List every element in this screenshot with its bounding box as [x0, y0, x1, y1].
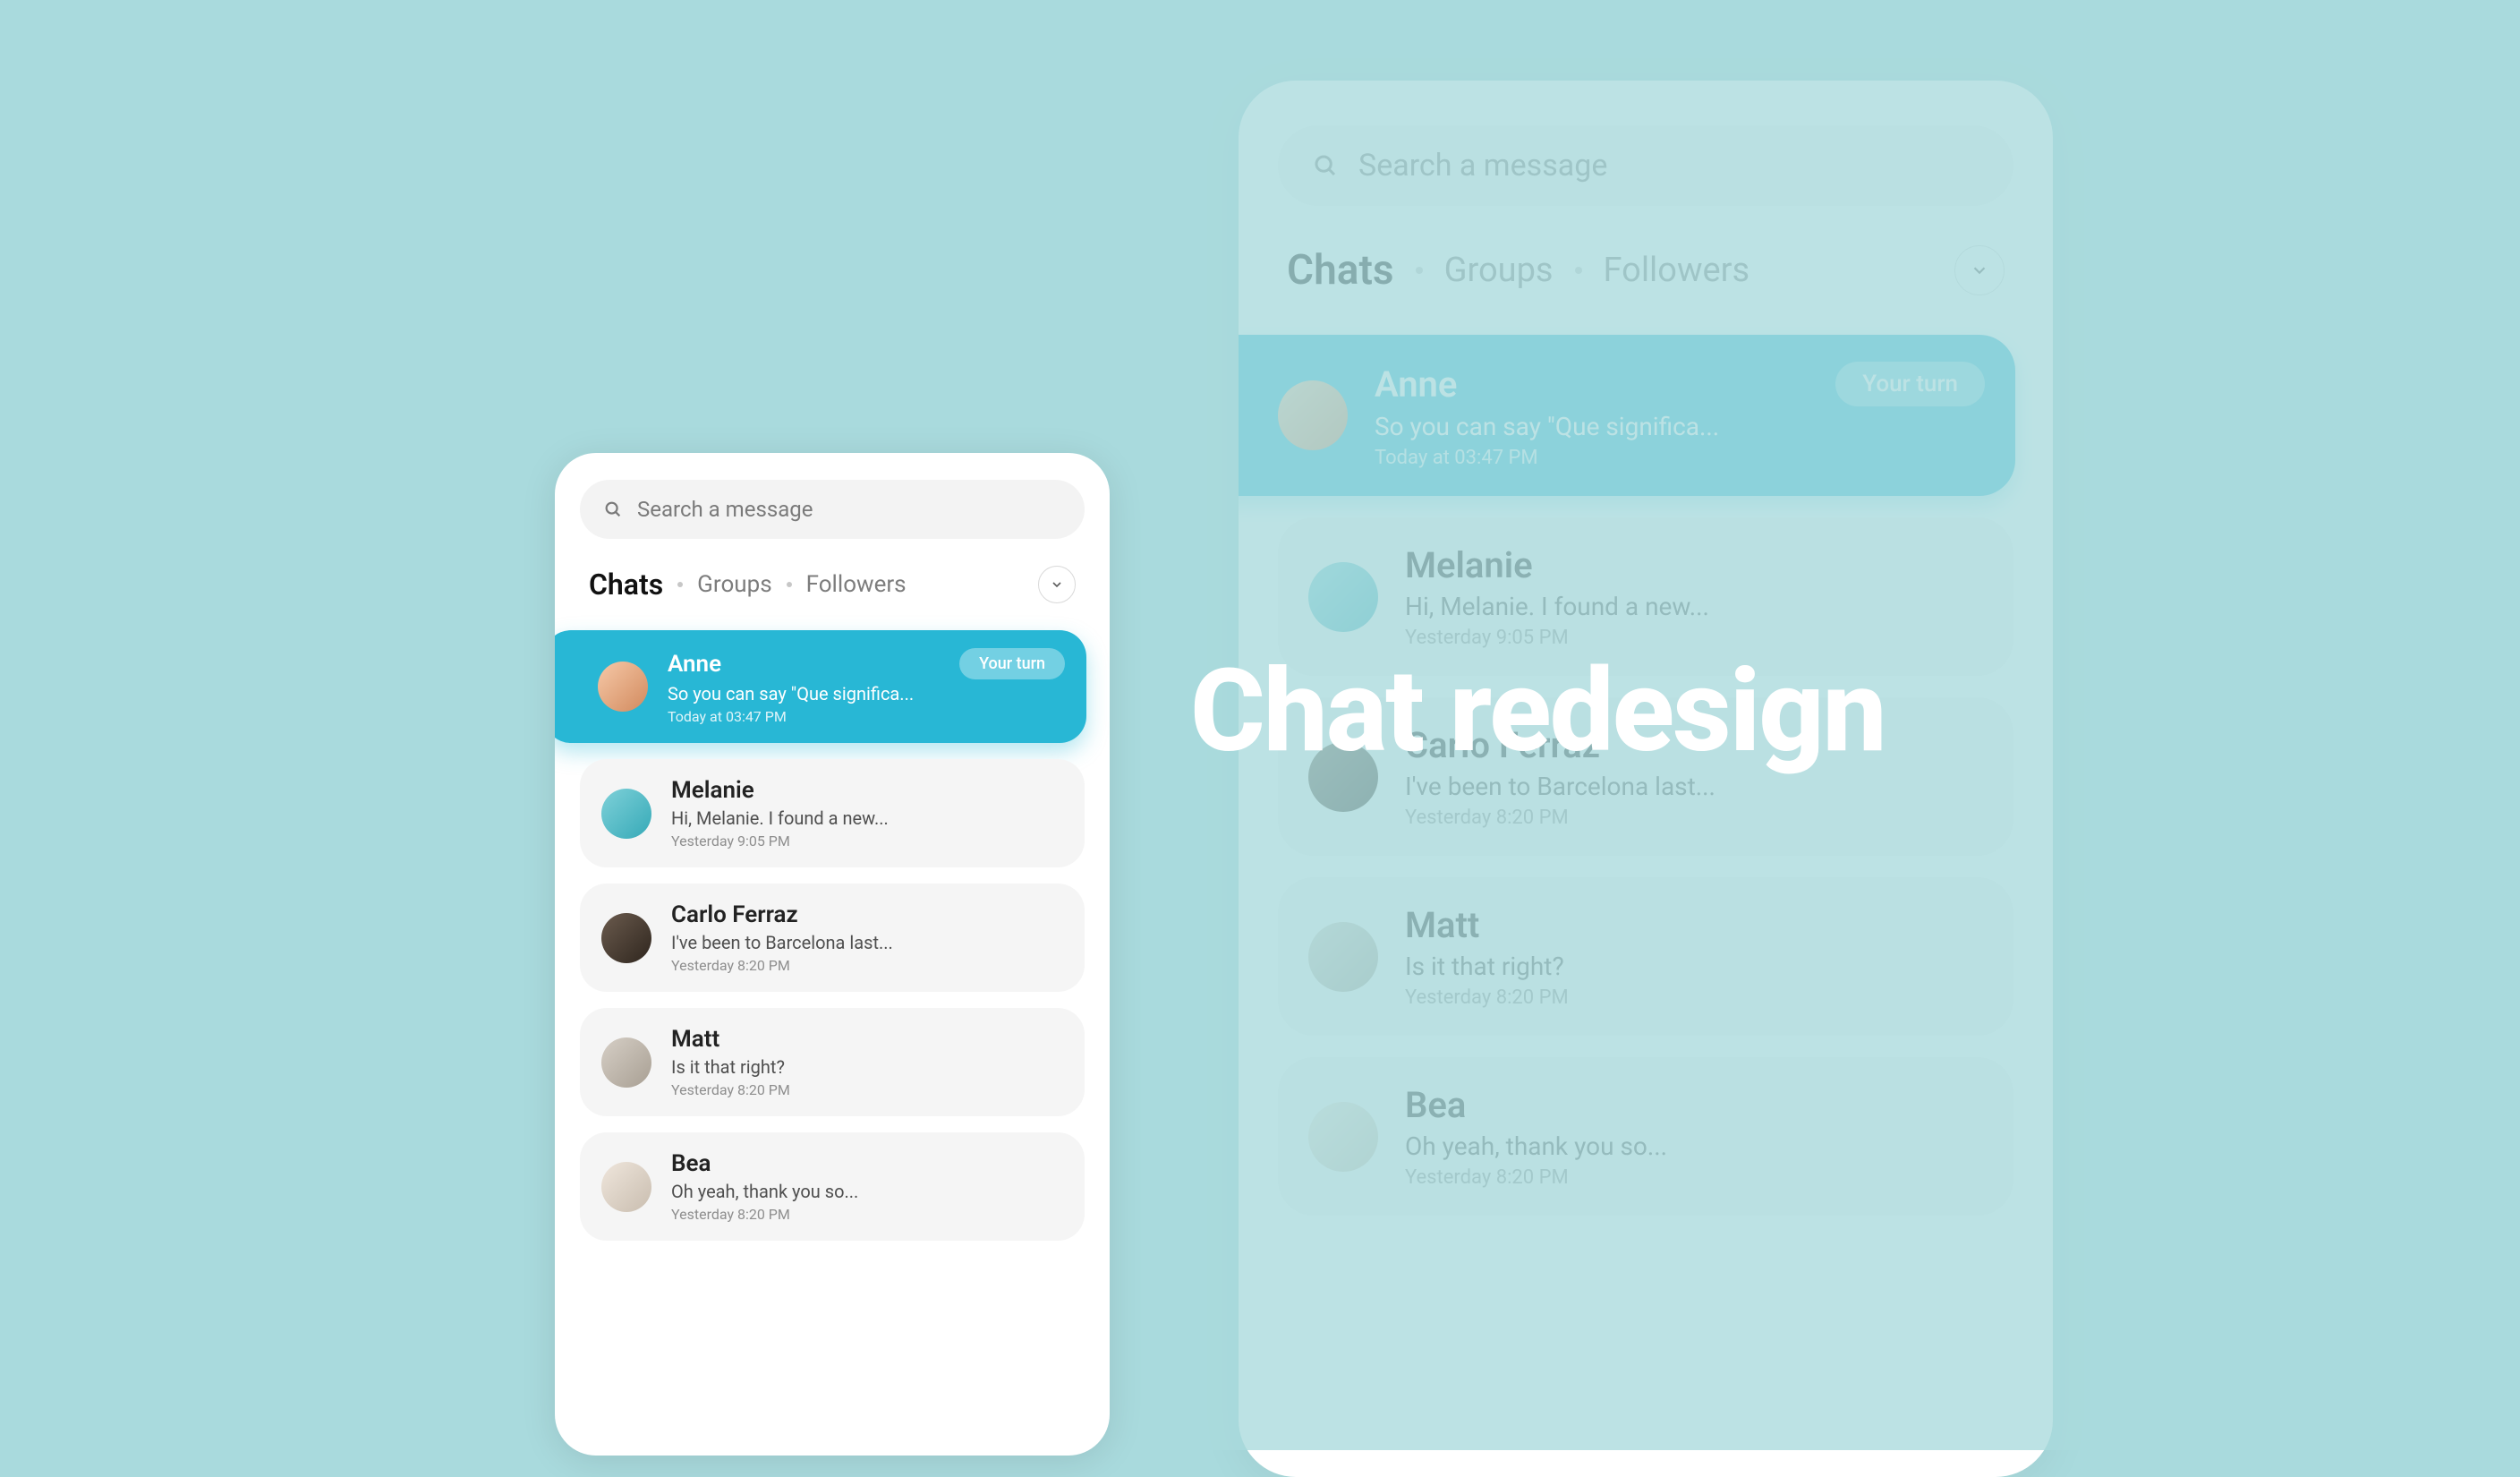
tab-followers[interactable]: Followers	[806, 571, 907, 598]
tab-chats[interactable]: Chats	[1287, 246, 1394, 295]
avatar	[1308, 562, 1378, 632]
chat-info: Anne Your turn So you can say "Que signifi…	[668, 648, 1065, 725]
chat-item[interactable]: Matt Is it that right? Yesterday 8:20 PM	[1278, 877, 2013, 1036]
avatar	[601, 789, 651, 839]
tabs-more-button[interactable]	[1954, 245, 2005, 295]
chat-preview: Hi, Melanie. I found a new...	[671, 807, 1063, 829]
chat-time: Yesterday 8:20 PM	[1405, 1166, 1983, 1189]
chat-time: Yesterday 8:20 PM	[671, 1081, 1063, 1098]
chat-preview: Hi, Melanie. I found a new...	[1405, 592, 1983, 621]
chat-name: Melanie	[1405, 544, 1533, 586]
chat-time: Yesterday 8:20 PM	[1405, 807, 1983, 829]
search-icon	[1312, 152, 1339, 179]
chat-time: Yesterday 9:05 PM	[1405, 627, 1983, 649]
search-icon	[603, 499, 623, 519]
chat-item[interactable]: Bea Oh yeah, thank you so... Yesterday 8:2…	[1278, 1057, 2013, 1216]
chat-name: Matt	[1405, 904, 1479, 946]
chat-item[interactable]: Carlo Ferraz I've been to Barcelona last.…	[580, 884, 1085, 992]
chat-name: Bea	[1405, 1084, 1466, 1126]
avatar	[1308, 742, 1378, 812]
tabs-row: Chats Groups Followers	[580, 566, 1085, 603]
chat-time: Yesterday 8:20 PM	[1405, 986, 1983, 1009]
chat-preview: Is it that right?	[1405, 952, 1983, 981]
chat-item[interactable]: Anne Your turn So you can say "Que signifi…	[1239, 335, 2015, 496]
tab-separator-dot	[787, 582, 792, 587]
chat-info: Bea Oh yeah, thank you so... Yesterday 8:2…	[671, 1150, 1063, 1223]
avatar	[1278, 380, 1348, 450]
avatar	[601, 1162, 651, 1212]
your-turn-badge: Your turn	[1835, 362, 1985, 406]
chat-item[interactable]: Matt Is it that right? Yesterday 8:20 PM	[580, 1008, 1085, 1116]
chat-time: Yesterday 8:20 PM	[671, 1206, 1063, 1223]
chat-info: Anne Your turn So you can say "Que signifi…	[1375, 362, 1985, 469]
chat-time: Yesterday 8:20 PM	[671, 957, 1063, 974]
chat-name: Matt	[671, 1026, 719, 1053]
chat-info: Matt Is it that right? Yesterday 8:20 PM	[1405, 904, 1983, 1009]
chat-preview: So you can say "Que significa...	[668, 683, 1065, 704]
avatar	[1308, 1102, 1378, 1172]
tab-groups[interactable]: Groups	[697, 571, 771, 598]
chat-preview: I've been to Barcelona last...	[1405, 772, 1983, 801]
chat-time: Today at 03:47 PM	[1375, 447, 1985, 469]
tab-separator-dot	[1575, 267, 1582, 274]
chat-item[interactable]: Bea Oh yeah, thank you so... Yesterday 8:2…	[580, 1132, 1085, 1241]
chat-item[interactable]: Melanie Hi, Melanie. I found a new... Yest…	[580, 759, 1085, 867]
your-turn-badge: Your turn	[959, 648, 1065, 679]
chat-info: Matt Is it that right? Yesterday 8:20 PM	[671, 1026, 1063, 1098]
chat-name: Carlo Ferraz	[1405, 724, 1600, 766]
search-input[interactable]: Search a message	[1278, 125, 2013, 206]
chat-name: Anne	[668, 651, 721, 678]
tab-separator-dot	[1416, 267, 1423, 274]
search-placeholder: Search a message	[637, 497, 813, 522]
chat-info: Carlo Ferraz I've been to Barcelona last.…	[1405, 724, 1983, 829]
chat-item[interactable]: Carlo Ferraz I've been to Barcelona last.…	[1278, 697, 2013, 856]
avatar	[1308, 922, 1378, 992]
chat-name: Melanie	[671, 777, 754, 804]
chat-info: Bea Oh yeah, thank you so... Yesterday 8:2…	[1405, 1084, 1983, 1189]
tab-followers[interactable]: Followers	[1604, 251, 1750, 290]
tab-chats[interactable]: Chats	[589, 568, 663, 602]
tab-groups[interactable]: Groups	[1444, 251, 1554, 290]
avatar	[601, 1037, 651, 1088]
chat-preview: Oh yeah, thank you so...	[1405, 1131, 1983, 1161]
avatar	[601, 913, 651, 963]
chat-info: Melanie Hi, Melanie. I found a new... Yest…	[671, 777, 1063, 849]
search-input[interactable]: Search a message	[580, 480, 1085, 539]
tabs-more-button[interactable]	[1038, 566, 1076, 603]
chat-item[interactable]: Anne Your turn So you can say "Que signifi…	[555, 630, 1086, 743]
chat-preview: Oh yeah, thank you so...	[671, 1181, 1063, 1202]
search-placeholder: Search a message	[1358, 148, 1607, 184]
chat-info: Carlo Ferraz I've been to Barcelona last.…	[671, 901, 1063, 974]
avatar	[598, 662, 648, 712]
chat-list-large: Anne Your turn So you can say "Que signifi…	[1278, 335, 2013, 1216]
chat-preview: Is it that right?	[671, 1056, 1063, 1078]
tab-separator-dot	[677, 582, 683, 587]
chat-name: Anne	[1375, 363, 1457, 406]
phone-mock-large: Search a message Chats Groups Followers …	[1239, 81, 2053, 1477]
chat-item[interactable]: Melanie Hi, Melanie. I found a new... Yest…	[1278, 517, 2013, 676]
chat-time: Yesterday 9:05 PM	[671, 832, 1063, 849]
chat-list-small: Anne Your turn So you can say "Que signifi…	[580, 630, 1085, 1241]
chat-name: Carlo Ferraz	[671, 901, 798, 928]
chat-info: Melanie Hi, Melanie. I found a new... Yest…	[1405, 544, 1983, 649]
tabs-row: Chats Groups Followers	[1278, 245, 2013, 295]
chat-preview: I've been to Barcelona last...	[671, 932, 1063, 953]
chat-name: Bea	[671, 1150, 711, 1177]
phone-mock-small: Search a message Chats Groups Followers …	[555, 453, 1110, 1456]
chat-preview: So you can say "Que significa...	[1375, 412, 1985, 441]
chat-time: Today at 03:47 PM	[668, 708, 1065, 725]
